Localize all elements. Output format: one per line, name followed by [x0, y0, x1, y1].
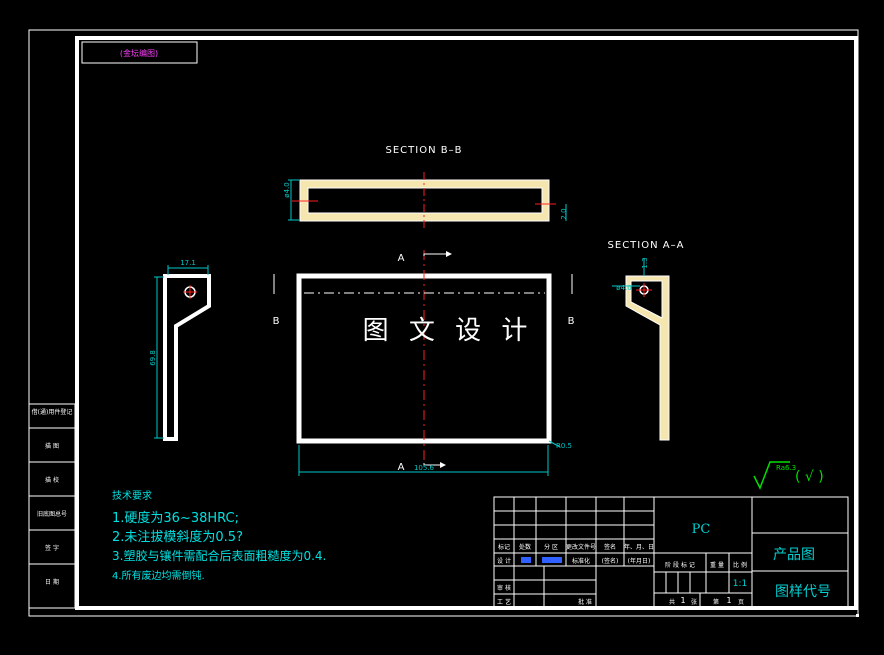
- left-side-view: [154, 265, 211, 441]
- tb-design-label: 设 计: [497, 557, 511, 565]
- tb-sheet-total: 1: [680, 596, 685, 605]
- tb-sheet-total-unit: 张: [691, 598, 697, 606]
- notes-item-2: 2.未注拔模斜度为0.5?: [112, 529, 243, 545]
- notes-item-4: 4.所有废边均需倒钝.: [112, 569, 205, 582]
- section-mark-a-bottom: A: [398, 462, 405, 473]
- corner-label: (金坛编图): [120, 48, 158, 58]
- roughness-value: Ra6.3: [776, 464, 796, 472]
- watermark-text: 图 文 设 计: [363, 316, 534, 346]
- tb-product-name: 产品图: [773, 547, 815, 563]
- tb-header-date: 年、月、日: [624, 543, 654, 551]
- dim-bb-right: 2.0: [560, 208, 568, 219]
- side-table-cell-6: 日 期: [45, 578, 59, 586]
- main-front-view: [273, 250, 573, 476]
- tb-design-date-fill: [542, 557, 562, 563]
- section-mark-a-top: A: [398, 253, 405, 264]
- tb-header-zone: 分 区: [544, 543, 558, 551]
- tb-scale-value: 1:1: [733, 579, 747, 589]
- tb-approve-label: 批 准: [578, 598, 592, 606]
- side-table: [28, 403, 76, 609]
- dim-bb-left: ø4.0: [283, 182, 291, 197]
- dim-aa-top: 1.3: [641, 257, 649, 268]
- tb-weight-label: 重 量: [710, 561, 724, 569]
- tb-header-change-doc: 更改文件号: [566, 543, 596, 551]
- notes-item-3: 3.塑胶与镶件需配合后表面粗糙度为0.4.: [112, 548, 326, 563]
- roughness-paren: ( √ ): [795, 469, 824, 485]
- tb-header-count: 处数: [519, 543, 531, 551]
- dim-aa-left: ø4.0: [616, 284, 631, 292]
- side-table-cell-4: 旧底图总号: [37, 510, 67, 518]
- dim-main-width: 105.6: [414, 464, 435, 472]
- cad-drawing-canvas: (金坛编图) SECTION B–B ø4.0 2.0 A A B B 105.…: [28, 29, 859, 617]
- tb-material: PC: [692, 522, 711, 537]
- tb-drawing-code: 图样代号: [775, 584, 831, 600]
- corner-mark: [856, 614, 859, 617]
- tb-header-mark: 标记: [498, 543, 510, 551]
- tb-review-label: 审 核: [497, 584, 511, 592]
- tb-design-name-fill: [521, 557, 531, 563]
- side-table-cell-3: 描 校: [45, 476, 59, 484]
- section-aa-label: SECTION A–A: [608, 240, 685, 251]
- dim-main-corner: R0.5: [556, 442, 572, 450]
- tb-standardize-sign: (签名): [602, 557, 619, 565]
- section-bb-label: SECTION B–B: [386, 145, 463, 156]
- dim-left-top: 17.1: [180, 259, 196, 267]
- side-table-cell-1: 借(通)用件登记: [32, 408, 73, 416]
- dim-left-height: 69.8: [149, 350, 157, 366]
- tb-sheet-total-label: 共: [669, 598, 675, 606]
- section-bb-view: [288, 172, 567, 228]
- side-table-cell-5: 签 字: [45, 544, 59, 552]
- tb-standardize-date: (年月日): [628, 557, 651, 565]
- tb-process-label: 工 艺: [497, 598, 511, 606]
- tb-standardize-label: 标准化: [572, 557, 590, 565]
- tb-scale-label: 比 例: [733, 561, 747, 569]
- tb-sheet-no: 1: [726, 596, 731, 605]
- tb-stage-label: 阶 段 标 记: [665, 561, 695, 569]
- section-mark-b-right: B: [568, 316, 575, 327]
- notes-heading: 技术要求: [112, 489, 152, 502]
- side-table-cell-2: 描 图: [45, 442, 59, 450]
- notes-item-1: 1.硬度为36~38HRC;: [112, 510, 239, 526]
- tb-sheet-unit: 页: [738, 599, 744, 606]
- tb-header-sign: 签名: [604, 543, 616, 551]
- section-mark-b-left: B: [273, 316, 280, 327]
- tb-sheet-no-prefix: 第: [713, 598, 719, 606]
